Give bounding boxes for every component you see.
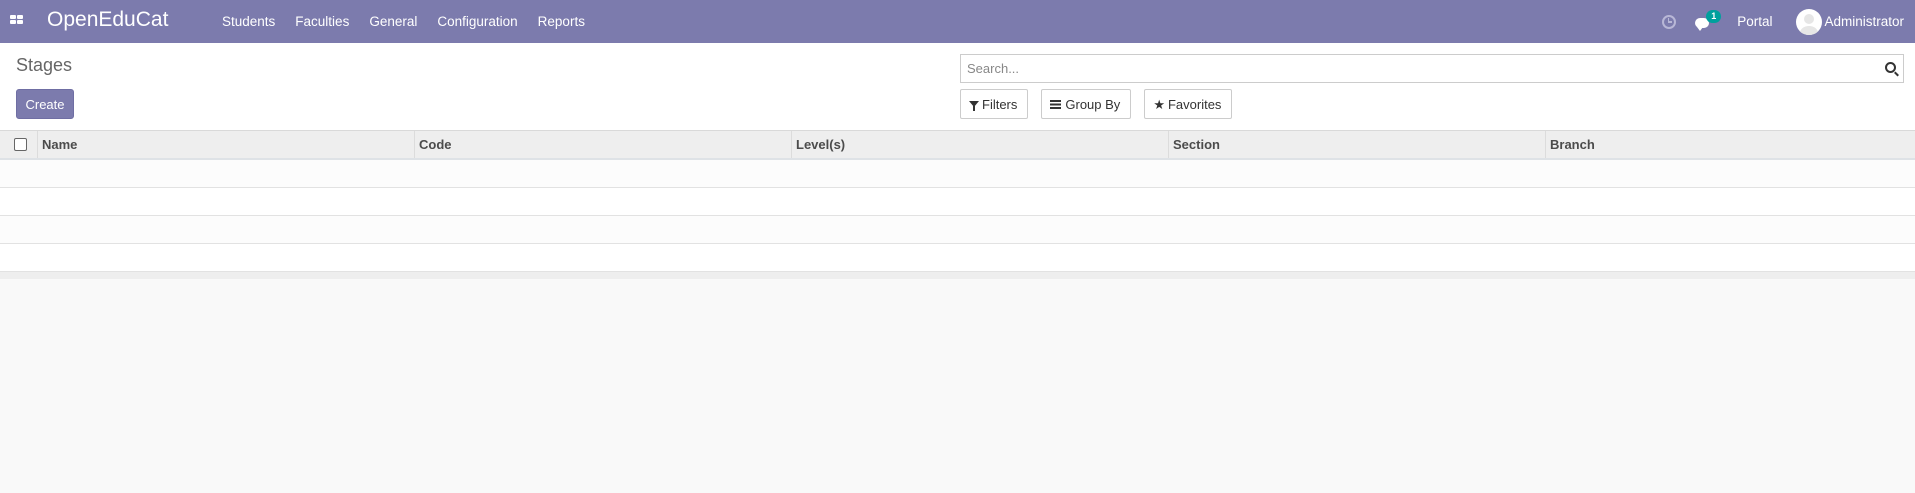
select-all-cell: [0, 131, 38, 158]
systray: 1 Portal Administrator: [1662, 0, 1915, 43]
control-panel: Stages Create Filters Group By ★ Favorit…: [0, 43, 1915, 131]
star-icon: ★: [1153, 96, 1165, 112]
search-icon[interactable]: [1885, 62, 1896, 73]
column-header-levels[interactable]: Level(s): [792, 131, 1169, 158]
messaging-menu[interactable]: 1: [1695, 9, 1722, 31]
clock-icon[interactable]: [1662, 14, 1677, 29]
search-bar: [960, 54, 1904, 83]
table-footer: [0, 272, 1915, 279]
empty-table-row: [0, 188, 1915, 216]
bars-icon: [1050, 99, 1062, 109]
filters-label: Filters: [982, 96, 1018, 112]
apps-grid-icon[interactable]: [10, 15, 23, 25]
favorites-button[interactable]: ★ Favorites: [1144, 89, 1233, 119]
search-input[interactable]: [961, 55, 1861, 82]
menu-item-faculties[interactable]: Faculties: [295, 14, 349, 29]
group-by-button[interactable]: Group By: [1041, 89, 1132, 119]
column-header-branch[interactable]: Branch: [1546, 131, 1915, 158]
user-name: Administrator: [1824, 14, 1904, 29]
filters-button[interactable]: Filters: [960, 89, 1029, 119]
empty-table-row: [0, 216, 1915, 244]
messaging-counter-badge: 1: [1706, 9, 1722, 23]
menu-item-general[interactable]: General: [369, 14, 417, 29]
menu-item-students[interactable]: Students: [222, 14, 275, 29]
create-button[interactable]: Create: [16, 89, 74, 119]
breadcrumb: Stages: [16, 55, 73, 75]
main-menu: Students Faculties General Configuration…: [222, 0, 605, 43]
column-header-code[interactable]: Code: [415, 131, 792, 158]
table-header: Name Code Level(s) Section Branch: [0, 131, 1915, 160]
avatar: [1796, 8, 1823, 35]
menu-item-configuration[interactable]: Configuration: [437, 14, 517, 29]
empty-table-row: [0, 160, 1915, 188]
menu-item-reports[interactable]: Reports: [538, 14, 585, 29]
favorites-label: Favorites: [1167, 96, 1222, 112]
brand-title[interactable]: OpenEduCat: [47, 8, 168, 32]
list-view-table: Name Code Level(s) Section Branch: [0, 131, 1915, 279]
portal-link[interactable]: Portal: [1737, 14, 1772, 29]
group-by-label: Group By: [1065, 96, 1121, 112]
search-options: Filters Group By ★ Favorites: [960, 89, 1245, 119]
select-all-checkbox[interactable]: [14, 138, 27, 151]
filter-icon: [969, 101, 979, 111]
top-navbar: OpenEduCat Students Faculties General Co…: [0, 0, 1915, 43]
column-header-section[interactable]: Section: [1169, 131, 1546, 158]
user-menu[interactable]: Administrator: [1796, 8, 1904, 35]
column-header-name[interactable]: Name: [38, 131, 415, 158]
empty-table-row: [0, 244, 1915, 272]
